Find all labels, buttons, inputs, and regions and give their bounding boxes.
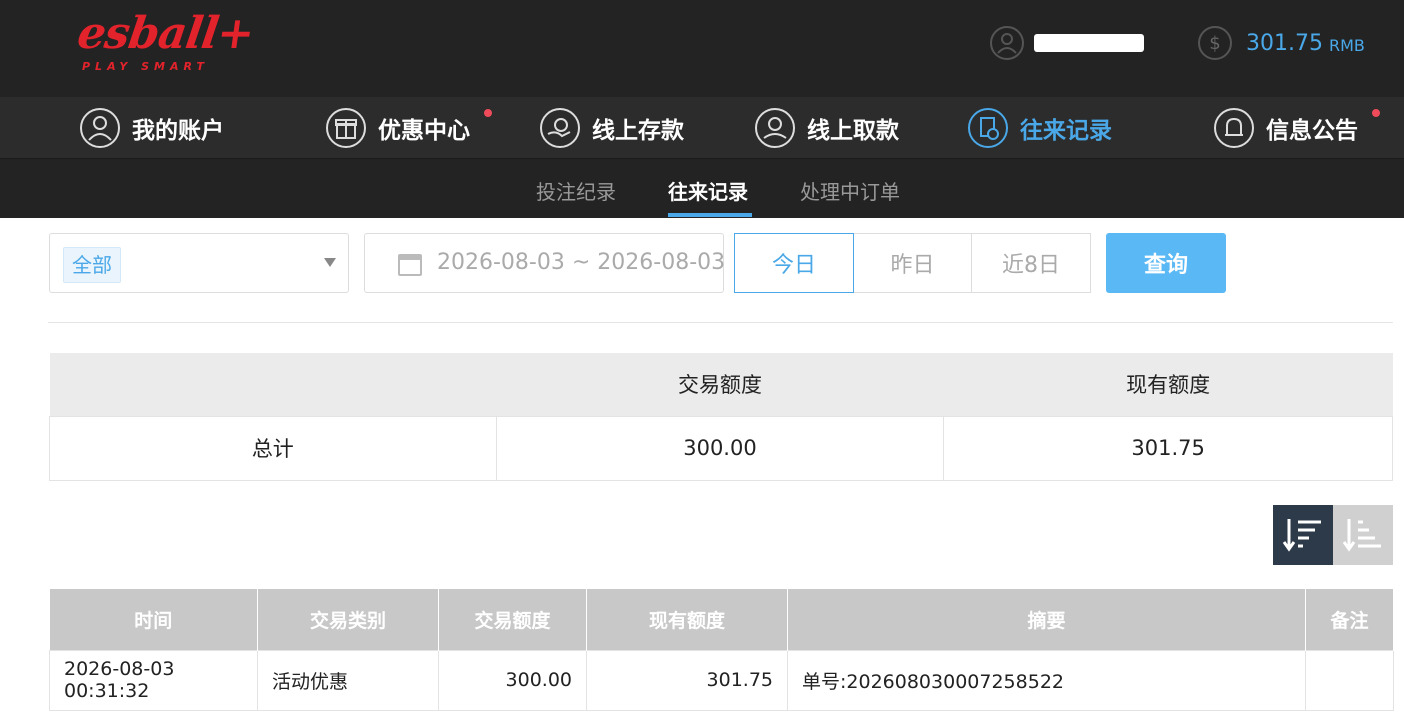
sub-nav: 投注纪录 往来记录 处理中订单: [0, 159, 1404, 218]
summary-header-row: 交易额度 现有额度: [49, 353, 1393, 416]
sort-ascending-button[interactable]: [1333, 505, 1393, 565]
column-header-balance[interactable]: 现有额度: [586, 589, 788, 650]
cell-amount: 300.00: [438, 649, 587, 711]
top-bar: esball+ PLAY SMART $ 301.75 RMB: [0, 0, 1404, 97]
range-today-button[interactable]: 今日: [734, 233, 854, 293]
sort-asc-icon: [1342, 519, 1381, 552]
caret-down-icon: [324, 258, 336, 267]
nav-my-account[interactable]: 我的账户: [80, 107, 224, 149]
cell-summary: 单号:202608030007258522: [787, 649, 1306, 711]
column-header-type[interactable]: 交易类别: [257, 589, 439, 650]
dollar-icon: $: [1198, 26, 1232, 60]
cell-remark: [1305, 649, 1394, 711]
balance-value: 301.75: [1246, 30, 1323, 56]
tab-pending-orders[interactable]: 处理中订单: [800, 176, 900, 205]
date-range-value: 2026-08-03 ~ 2026-08-03: [437, 250, 726, 275]
nav-promotions[interactable]: 优惠中心: [326, 107, 492, 149]
calendar-icon: [398, 254, 422, 276]
column-header-amount[interactable]: 交易额度: [438, 589, 587, 650]
tab-transaction-records[interactable]: 往来记录: [668, 176, 748, 205]
deposit-icon: [540, 108, 580, 148]
balance-currency: RMB: [1328, 35, 1365, 55]
summary-table: 交易额度 现有额度 总计 300.00 301.75: [49, 353, 1393, 481]
nav-label: 优惠中心: [378, 118, 470, 144]
summary-amount: 300.00: [495, 415, 945, 481]
column-header-remark[interactable]: 备注: [1305, 589, 1394, 650]
notification-dot: [484, 109, 492, 117]
active-tab-indicator: [668, 213, 752, 217]
user-info[interactable]: [990, 26, 1144, 60]
summary-balance: 301.75: [943, 415, 1393, 481]
username-redacted: [1034, 34, 1144, 52]
gift-icon: [326, 108, 366, 148]
cell-time: 2026-08-03 00:31:32: [49, 649, 258, 711]
withdraw-icon: [755, 108, 795, 148]
nav-withdraw[interactable]: 线上取款: [755, 107, 899, 149]
tab-bet-records[interactable]: 投注纪录: [536, 176, 616, 205]
nav-label: 往来记录: [1020, 118, 1112, 144]
nav-records[interactable]: 往来记录: [968, 107, 1112, 149]
cell-type: 活动优惠: [257, 649, 439, 711]
column-header-summary[interactable]: 摘要: [787, 589, 1306, 650]
query-button[interactable]: 查询: [1106, 233, 1226, 293]
nav-deposit[interactable]: 线上存款: [540, 107, 684, 149]
selected-type-tag[interactable]: 全部: [63, 247, 121, 283]
balance-info: $ 301.75 RMB: [1198, 26, 1365, 60]
brand-logo[interactable]: esball+ PLAY SMART: [74, 8, 257, 78]
notification-dot: [1372, 109, 1380, 117]
main-nav: 我的账户 优惠中心 线上存款 线上取款 往来记录 信息公告: [0, 97, 1404, 159]
bell-icon: [1214, 108, 1254, 148]
user-icon: [990, 26, 1024, 60]
summary-label: 总计: [49, 415, 497, 481]
column-header-time[interactable]: 时间: [49, 589, 258, 650]
summary-header: [49, 353, 497, 416]
range-yesterday-button[interactable]: 昨日: [853, 233, 972, 293]
summary-row: 总计 300.00 301.75: [49, 415, 1393, 481]
sort-desc-icon: [1282, 519, 1321, 552]
records-header-row: 时间 交易类别 交易额度 现有额度 摘要 备注: [49, 589, 1394, 650]
nav-label: 信息公告: [1266, 118, 1358, 144]
nav-announcements[interactable]: 信息公告: [1214, 107, 1380, 149]
logo-text: esball+: [74, 8, 257, 59]
type-select[interactable]: 全部: [49, 233, 349, 293]
records-icon: [968, 108, 1008, 148]
nav-label: 我的账户: [132, 118, 224, 144]
sort-descending-button[interactable]: [1273, 505, 1333, 565]
summary-header: 交易额度: [496, 353, 944, 416]
cell-balance: 301.75: [586, 649, 788, 711]
summary-header: 现有额度: [943, 353, 1393, 416]
user-icon: [80, 108, 120, 148]
date-range-picker[interactable]: 2026-08-03 ~ 2026-08-03: [364, 233, 726, 293]
table-row[interactable]: 2026-08-03 00:31:32 活动优惠 300.00 301.75 单…: [49, 649, 1394, 711]
nav-label: 线上取款: [807, 118, 899, 144]
range-last8-button[interactable]: 近8日: [971, 233, 1091, 293]
nav-label: 线上存款: [592, 118, 684, 144]
divider: [48, 322, 1393, 323]
records-table: 时间 交易类别 交易额度 现有额度 摘要 备注 2026-08-03 00:31…: [49, 589, 1394, 711]
logo-tagline: PLAY SMART: [82, 60, 209, 73]
